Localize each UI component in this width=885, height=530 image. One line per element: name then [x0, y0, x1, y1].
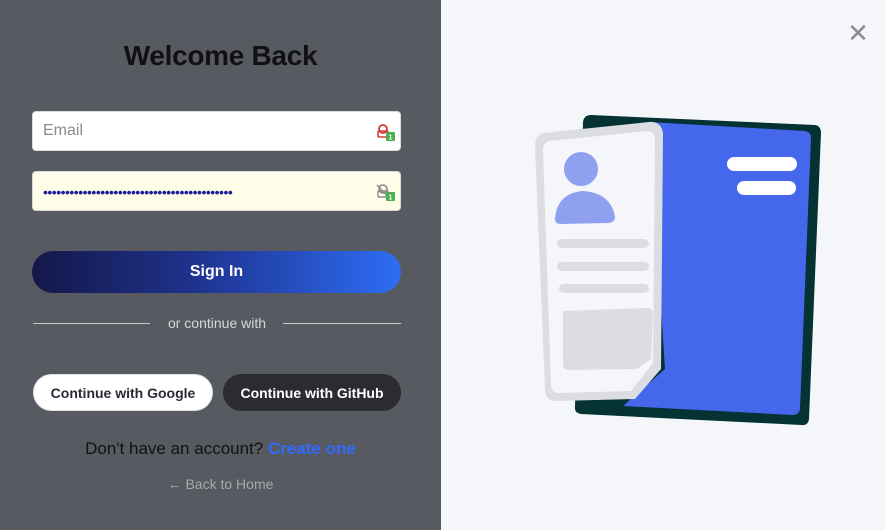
password-manager-hidden-icon[interactable]: 1 — [376, 183, 396, 202]
id-card-illustration — [535, 115, 821, 426]
password-field[interactable]: ••••••••••••••••••••••••••••••••••••••••… — [32, 171, 401, 211]
create-account-link[interactable]: Create one — [268, 439, 356, 458]
google-signin-button[interactable]: Continue with Google — [33, 374, 213, 411]
divider: or continue with — [33, 313, 401, 333]
email-field[interactable]: 1 — [32, 111, 401, 151]
close-icon[interactable]: ✕ — [845, 20, 871, 46]
divider-line-right — [283, 323, 401, 324]
login-panel: Welcome Back 1 •••••••••••••••••••••••••… — [0, 0, 441, 530]
email-input[interactable] — [33, 112, 400, 150]
signup-prompt-text: Don't have an account? — [85, 439, 264, 458]
svg-text:1: 1 — [389, 135, 393, 142]
signup-prompt: Don't have an account? Create one — [0, 439, 441, 459]
github-signin-button[interactable]: Continue with GitHub — [223, 374, 401, 411]
svg-text:1: 1 — [389, 195, 393, 202]
sign-in-button[interactable]: Sign In — [32, 251, 401, 293]
password-manager-icon[interactable]: 1 — [376, 123, 396, 142]
password-value[interactable]: ••••••••••••••••••••••••••••••••••••••••… — [43, 182, 233, 202]
back-to-home-link[interactable]: ← Back to Home — [0, 476, 441, 492]
page-title: Welcome Back — [123, 40, 318, 71]
